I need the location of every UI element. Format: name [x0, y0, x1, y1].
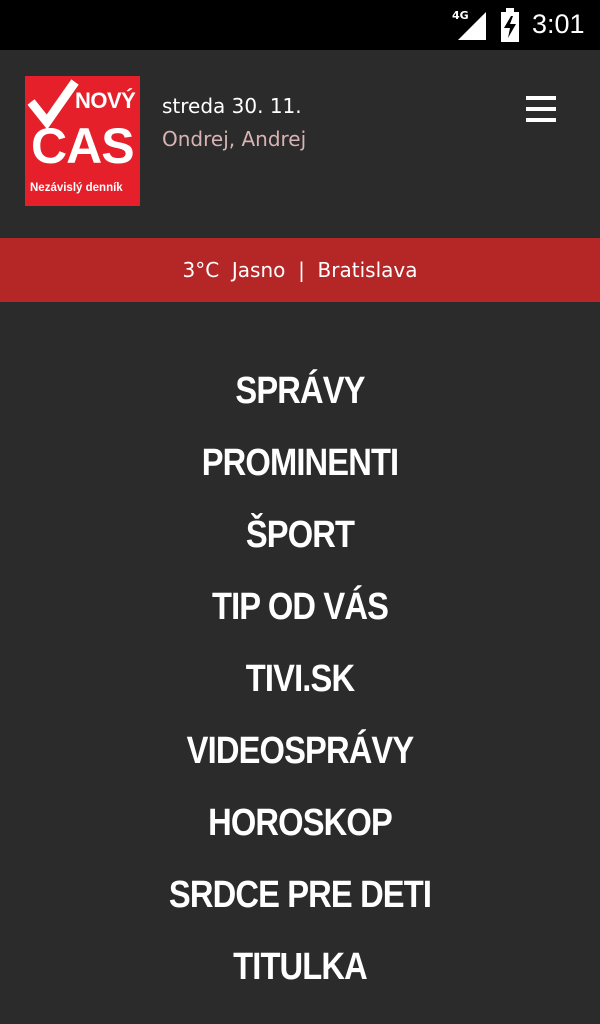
nav-item-horoskop[interactable]: HOROSKOP [42, 793, 558, 853]
nav-item-srdce-pre-deti[interactable]: SRDCE PRE DETI [42, 865, 558, 925]
cell-signal-icon [458, 12, 486, 40]
status-clock: 3:01 [532, 9, 585, 39]
nav-item-tivi[interactable]: TIVI.SK [42, 649, 558, 709]
hamburger-icon-bar [526, 118, 556, 122]
main-navigation: SPRÁVY PROMINENTI ŠPORT TIP OD VÁS TIVI.… [0, 302, 600, 1024]
current-date: streda 30. 11. [162, 94, 302, 118]
logo-novy-text: NOVÝ [75, 88, 136, 113]
nameday-text: Ondrej, Andrej [162, 127, 307, 151]
nav-item-spravy[interactable]: SPRÁVY [42, 361, 558, 421]
battery-charging-icon [501, 8, 519, 42]
hamburger-menu-button[interactable] [520, 90, 562, 130]
logo-tagline: Nezávislý denník [30, 182, 123, 194]
logo-cas-text: CAS [31, 118, 135, 174]
nav-item-tip-od-vas[interactable]: TIP OD VÁS [42, 577, 558, 637]
app-header: NOVÝ CAS Nezávislý denník streda 30. 11.… [0, 50, 600, 238]
hamburger-icon-bar [526, 107, 556, 111]
nav-item-videospravy[interactable]: VIDEOSPRÁVY [42, 721, 558, 781]
novy-cas-logo[interactable]: NOVÝ CAS Nezávislý denník [25, 76, 140, 206]
nav-item-titulka[interactable]: TITULKA [42, 937, 558, 997]
hamburger-icon-bar [526, 96, 556, 100]
weather-text: 3°C Jasno | Bratislava [182, 258, 418, 282]
status-bar: 4G 3:01 [0, 0, 600, 50]
nav-item-prominenti[interactable]: PROMINENTI [42, 433, 558, 493]
nav-item-sport[interactable]: ŠPORT [42, 505, 558, 565]
weather-bar[interactable]: 3°C Jasno | Bratislava [0, 238, 600, 302]
